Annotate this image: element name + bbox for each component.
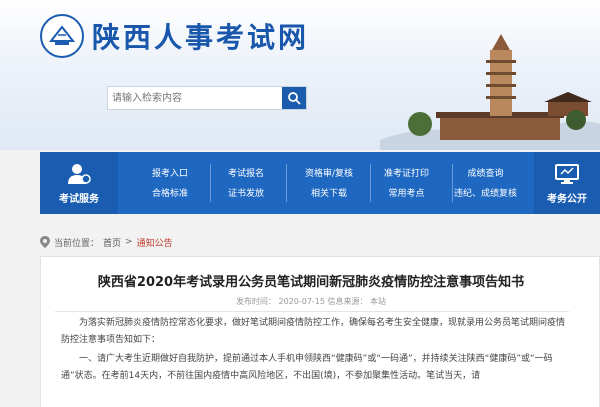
monitor-icon — [555, 163, 579, 184]
exam-affairs-menu[interactable]: 考务公开 — [534, 152, 600, 214]
site-title[interactable]: 陕西人事考试网 — [92, 16, 309, 56]
nav-column-3: 资格审/复核 相关下载 — [305, 166, 353, 199]
breadcrumb-separator: > — [125, 237, 133, 247]
divider — [55, 311, 569, 312]
article-panel: 陕西省2020年考试录用公务员笔试期间新冠肺炎疫情防控注意事项告知书 发布时间：… — [40, 256, 600, 407]
location-pin-icon — [40, 236, 50, 248]
main-navigation: 考试服务 报考入口 合格标准 考试报名 证书发放 资格审/复核 相关下载 准考证… — [40, 152, 600, 214]
article-paragraph-2: 一、请广大考生近期做好自我防护，提前通过本人手机申领陕西“健康码”或“一码通”，… — [61, 354, 553, 381]
breadcrumb-label: 当前位置： — [54, 238, 100, 249]
site-header: 陕西人事考试网 — [0, 0, 600, 150]
exam-service-menu[interactable]: 考试服务 — [40, 152, 118, 214]
article-paragraph-1: 为落实新冠肺炎疫情防控常态化要求，做好笔试期间疫情防控工作，确保每名考生安全健康… — [61, 318, 566, 345]
pagoda-skyline-illustration — [380, 34, 600, 150]
search-icon — [288, 92, 301, 105]
nav-link-exam-registration[interactable]: 考试报名 — [228, 166, 264, 179]
article-title: 陕西省2020年考试录用公务员笔试期间新冠肺炎疫情防控注意事项告知书 — [97, 275, 525, 290]
nav-column-5: 成绩查询 违纪、成绩复核 — [454, 166, 517, 199]
nav-link-qualification-standard[interactable]: 合格标准 — [152, 186, 188, 199]
nav-column-1: 报考入口 合格标准 — [152, 166, 188, 199]
search-button[interactable] — [282, 87, 306, 109]
nav-link-downloads[interactable]: 相关下载 — [311, 186, 347, 199]
site-logo-icon[interactable] — [40, 14, 84, 58]
nav-link-score-query[interactable]: 成绩查询 — [468, 166, 504, 179]
nav-link-register-entry[interactable]: 报考入口 — [152, 166, 188, 179]
breadcrumb: 当前位置： 首页 > 通知公告 — [40, 232, 173, 252]
nav-link-certificate-issue[interactable]: 证书发放 — [228, 186, 264, 199]
nav-column-4: 准考证打印 常用考点 — [384, 166, 429, 199]
breadcrumb-home[interactable]: 首页 — [103, 236, 121, 249]
nav-link-violation-score-review[interactable]: 违纪、成绩复核 — [454, 186, 517, 199]
search-input[interactable] — [112, 90, 278, 106]
article-meta: 发布时间： 2020-07-15 信息来源： 本站 — [235, 297, 387, 306]
exam-service-label: 考试服务 — [59, 193, 99, 205]
user-service-icon — [68, 163, 91, 184]
nav-link-admission-ticket[interactable]: 准考证打印 — [384, 166, 429, 179]
nav-link-test-sites[interactable]: 常用考点 — [389, 186, 425, 199]
nav-column-2: 考试报名 证书发放 — [228, 166, 264, 199]
breadcrumb-current[interactable]: 通知公告 — [137, 236, 173, 249]
nav-link-qualification-review[interactable]: 资格审/复核 — [305, 166, 353, 179]
search-box — [107, 86, 307, 110]
exam-affairs-label: 考务公开 — [547, 193, 587, 205]
